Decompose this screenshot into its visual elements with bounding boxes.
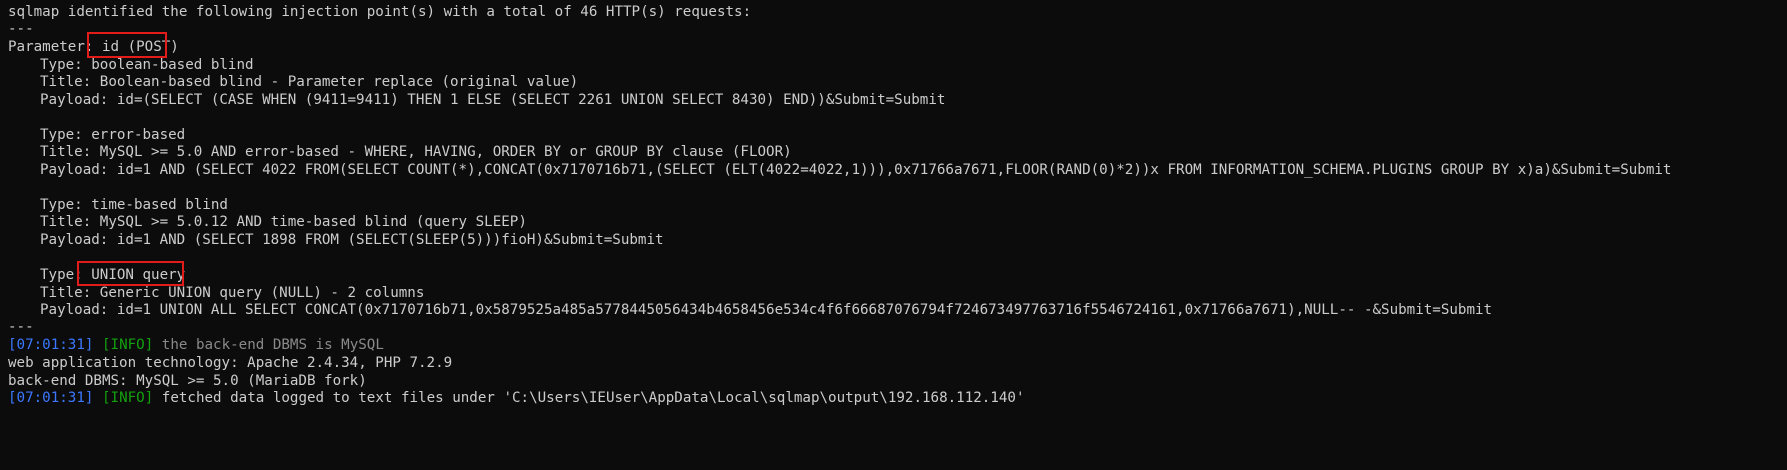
- injection-summary-line: sqlmap identified the following injectio…: [8, 4, 752, 20]
- injection-payload-line: Payload: id=(SELECT (CASE WHEN (9411=941…: [40, 92, 946, 108]
- separator-line: ---: [8, 319, 34, 335]
- type-value: error-based: [91, 127, 186, 143]
- type-label: Type:: [40, 57, 92, 73]
- injection-payload-line: Payload: id=1 AND (SELECT 1898 FROM (SEL…: [40, 232, 664, 248]
- log-line: [07:01:31] [INFO] the back-end DBMS is M…: [8, 335, 384, 355]
- log-message: the back-end DBMS is MySQL: [161, 337, 384, 353]
- injection-title-line: Title: MySQL >= 5.0 AND error-based - WH…: [40, 144, 792, 160]
- injection-payload-line: Payload: id=1 UNION ALL SELECT CONCAT(0x…: [40, 302, 1493, 318]
- log-timestamp: [07:01:31]: [8, 337, 94, 353]
- type-label: Type:: [40, 197, 92, 213]
- union-query-highlight-box: [77, 261, 184, 286]
- injection-title-line: Title: MySQL >= 5.0.12 AND time-based bl…: [40, 214, 527, 230]
- type-value: boolean-based blind: [91, 57, 254, 73]
- log-timestamp: [07:01:31]: [8, 390, 94, 406]
- log-message: fetched data logged to text files under …: [161, 390, 1025, 406]
- log-level-badge: [INFO]: [101, 337, 154, 353]
- tech-info-line: web application technology: Apache 2.4.3…: [8, 355, 453, 371]
- type-value: time-based blind: [91, 197, 228, 213]
- parameter-highlight-box: [87, 32, 167, 58]
- injection-title-line: Title: Boolean-based blind - Parameter r…: [40, 74, 579, 90]
- log-level-badge: [INFO]: [101, 390, 154, 406]
- type-label: Type:: [40, 127, 92, 143]
- separator-line: ---: [8, 21, 34, 37]
- log-line: [07:01:31] [INFO] fetched data logged to…: [8, 388, 1025, 408]
- terminal-window: sqlmap identified the following injectio…: [0, 0, 1787, 470]
- injection-payload-line: Payload: id=1 AND (SELECT 4022 FROM(SELE…: [40, 162, 1672, 178]
